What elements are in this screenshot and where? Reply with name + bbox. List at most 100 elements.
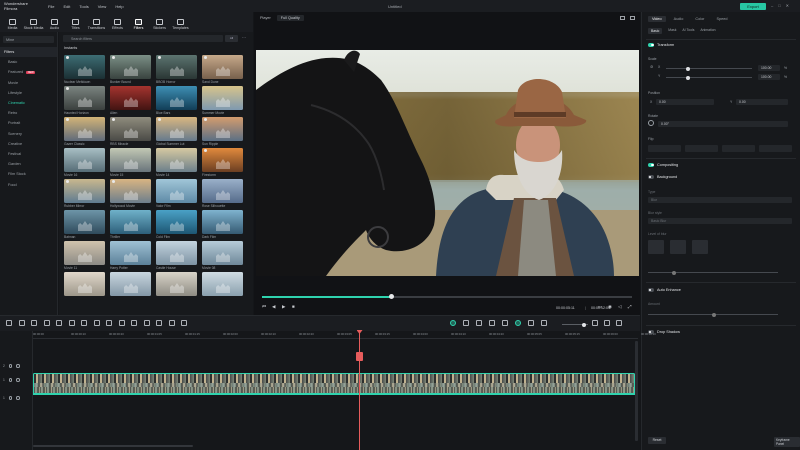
split-icon[interactable] — [156, 320, 162, 326]
zoom-icon[interactable] — [93, 320, 100, 326]
rotate-left-button[interactable] — [722, 145, 755, 152]
position-x-field[interactable]: 0.00 — [656, 99, 714, 105]
tab-media[interactable]: Media — [2, 19, 23, 32]
download-icon[interactable] — [66, 87, 69, 90]
filter-thumbnail[interactable] — [156, 179, 197, 203]
filter-thumbnail[interactable] — [202, 179, 243, 203]
filter-thumbnail[interactable] — [156, 210, 197, 234]
scale-y-slider[interactable] — [666, 75, 752, 80]
keyframe-icon[interactable] — [168, 320, 175, 326]
filter-thumbnail[interactable] — [64, 272, 105, 296]
blur-preset-1[interactable] — [648, 240, 664, 254]
keyframe-panel-button[interactable]: Keyframe Panel — [774, 437, 800, 447]
filter-tile[interactable]: Alien — [110, 86, 151, 115]
filter-tile[interactable]: Sun Ripple — [202, 117, 243, 146]
filter-tile[interactable]: Rose Silhouette — [202, 179, 243, 208]
download-icon[interactable] — [204, 56, 207, 59]
filter-tile[interactable] — [202, 272, 243, 301]
download-icon[interactable] — [158, 118, 161, 121]
lock-icon[interactable] — [8, 378, 13, 382]
mine-dropdown[interactable]: Mine — [3, 36, 54, 43]
close-icon[interactable]: ✕ — [786, 3, 789, 8]
select-tool-icon[interactable] — [6, 320, 12, 326]
filter-thumbnail[interactable] — [110, 210, 151, 234]
tab-transitions[interactable]: Transitions — [86, 19, 107, 32]
filter-tile[interactable]: Movie 11 — [64, 241, 105, 270]
transform-toggle[interactable] — [648, 43, 654, 47]
blur-preset-3[interactable] — [692, 240, 708, 254]
filter-thumbnail[interactable] — [156, 55, 197, 79]
filter-thumbnail[interactable] — [202, 86, 243, 110]
menu-edit[interactable]: Edit — [63, 4, 70, 9]
delete-icon[interactable] — [43, 320, 50, 326]
code-icon[interactable] — [181, 320, 187, 326]
maximize-icon[interactable]: □ — [778, 3, 780, 8]
sidebar-item-festival[interactable]: Festival — [0, 149, 57, 159]
track-header-video-2[interactable]: 2 — [3, 364, 20, 368]
reset-button[interactable]: Reset — [648, 437, 666, 444]
filter-tile[interactable]: Sand Dune — [202, 55, 243, 84]
filter-tile[interactable]: BBOB Horror — [156, 55, 197, 84]
export-button[interactable]: Export — [740, 3, 766, 10]
scale-link-icon[interactable]: ⊘ — [650, 64, 653, 69]
scale-x-slider[interactable] — [666, 66, 752, 71]
menu-help[interactable]: Help — [115, 4, 123, 9]
filter-tile[interactable]: Movie 16 — [64, 148, 105, 177]
filter-tile[interactable]: Gazer Classic — [64, 117, 105, 146]
scale-y-field[interactable]: 100.00 — [758, 74, 780, 80]
color-icon[interactable] — [118, 320, 125, 326]
sidebar-item-scenery[interactable]: Scenery — [0, 129, 57, 139]
rotate-right-button[interactable] — [759, 145, 792, 152]
compositing-section[interactable]: Compositing — [648, 163, 678, 167]
timeline-horizontal-scrollbar[interactable] — [33, 445, 193, 447]
auto-ripple-icon[interactable] — [450, 320, 456, 326]
subtab-basic[interactable]: Basic — [648, 28, 663, 34]
eye-icon[interactable] — [16, 364, 20, 368]
filter-thumbnail[interactable] — [64, 241, 105, 265]
play-icon[interactable]: ▶ — [282, 304, 285, 310]
compositing-toggle[interactable] — [648, 163, 654, 167]
sidebar-item-movie[interactable]: Movie — [0, 78, 57, 88]
layout-icon[interactable] — [604, 320, 610, 326]
minimize-icon[interactable]: – — [771, 3, 773, 8]
filter-tile[interactable]: Castle House — [156, 241, 197, 270]
quality-dropdown[interactable]: Full Quality — [276, 15, 304, 21]
filter-view-toggle[interactable]: All — [225, 35, 238, 42]
track-header-audio-1[interactable]: 1 — [3, 396, 20, 400]
download-icon[interactable] — [158, 56, 161, 59]
previous-frame-icon[interactable]: ⏮ — [262, 304, 266, 309]
download-icon[interactable] — [204, 118, 207, 121]
filter-thumbnail[interactable] — [64, 148, 105, 172]
lock-icon[interactable] — [8, 364, 13, 368]
video-clip[interactable] — [33, 373, 635, 395]
voice-icon[interactable] — [502, 320, 508, 326]
lock-icon[interactable] — [8, 396, 13, 400]
playhead-handle[interactable] — [356, 352, 363, 361]
sidebar-item-film-stock[interactable]: Film Stock — [0, 169, 57, 179]
filter-tile[interactable]: Bunker Bound — [110, 55, 151, 84]
filter-tile[interactable]: Global Summer Lut — [156, 117, 197, 146]
filter-tile[interactable] — [110, 272, 151, 301]
audio-waveform[interactable] — [33, 393, 635, 395]
sidebar-item-lifestyle[interactable]: Lifestyle — [0, 88, 57, 98]
filter-thumbnail[interactable] — [202, 210, 243, 234]
sidebar-item-featured[interactable]: Featured NEW — [0, 67, 57, 77]
background-toggle[interactable] — [648, 175, 654, 179]
crop-icon[interactable] — [81, 320, 87, 326]
download-icon[interactable] — [66, 118, 69, 121]
filter-thumbnail[interactable] — [110, 86, 151, 110]
filter-thumbnail[interactable] — [64, 55, 105, 79]
menu-file[interactable]: File — [48, 4, 54, 9]
blur-level-slider[interactable] — [648, 270, 778, 275]
filter-thumbnail[interactable] — [156, 272, 197, 296]
filter-tile[interactable]: Movie 08 — [202, 241, 243, 270]
track-header-video-1[interactable]: 1 — [3, 378, 20, 382]
stop-icon[interactable]: ■ — [292, 304, 295, 309]
filter-thumbnail[interactable] — [64, 86, 105, 110]
filter-tile[interactable]: Movie 15 — [110, 148, 151, 177]
filter-tile[interactable]: Movie 14 — [156, 148, 197, 177]
subtab-mask[interactable]: Mask — [668, 28, 676, 34]
grid-icon[interactable] — [528, 320, 534, 326]
filter-thumbnail[interactable] — [64, 117, 105, 141]
volume-icon[interactable]: ◁ — [618, 304, 621, 310]
